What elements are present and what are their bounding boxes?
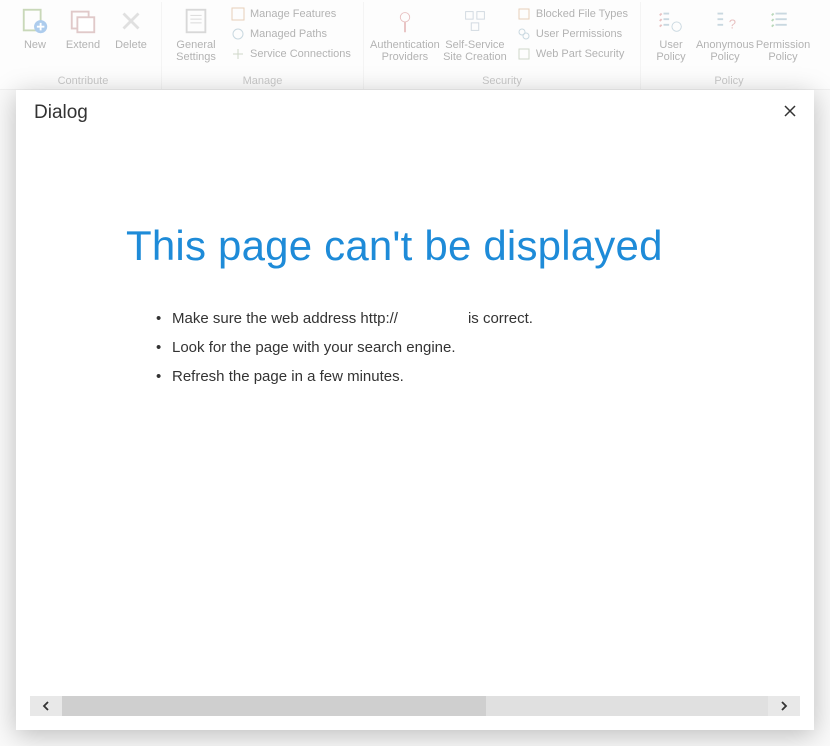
dialog: Dialog This page can't be displayed Make… [16,90,814,730]
horizontal-scrollbar[interactable] [30,696,800,716]
error-item-1b: is correct. [468,310,533,327]
scroll-thumb[interactable] [62,696,486,716]
dialog-header: Dialog [16,90,814,132]
error-item-1: Make sure the web address http:// is corr… [156,310,784,327]
chevron-left-icon [41,699,51,714]
error-list: Make sure the web address http:// is corr… [156,310,784,385]
dialog-body: This page can't be displayed Make sure t… [16,132,814,688]
close-icon [784,104,796,122]
error-item-2: Look for the page with your search engin… [156,339,784,356]
dialog-title: Dialog [34,102,88,124]
close-button[interactable] [780,103,800,123]
scroll-track[interactable] [62,696,768,716]
scroll-right-button[interactable] [768,696,800,716]
error-heading: This page can't be displayed [126,222,784,270]
error-item-3: Refresh the page in a few minutes. [156,368,784,385]
modal-overlay: Dialog This page can't be displayed Make… [0,0,830,746]
chevron-right-icon [779,699,789,714]
error-item-1a: Make sure the web address http:// [172,310,398,327]
scroll-left-button[interactable] [30,696,62,716]
